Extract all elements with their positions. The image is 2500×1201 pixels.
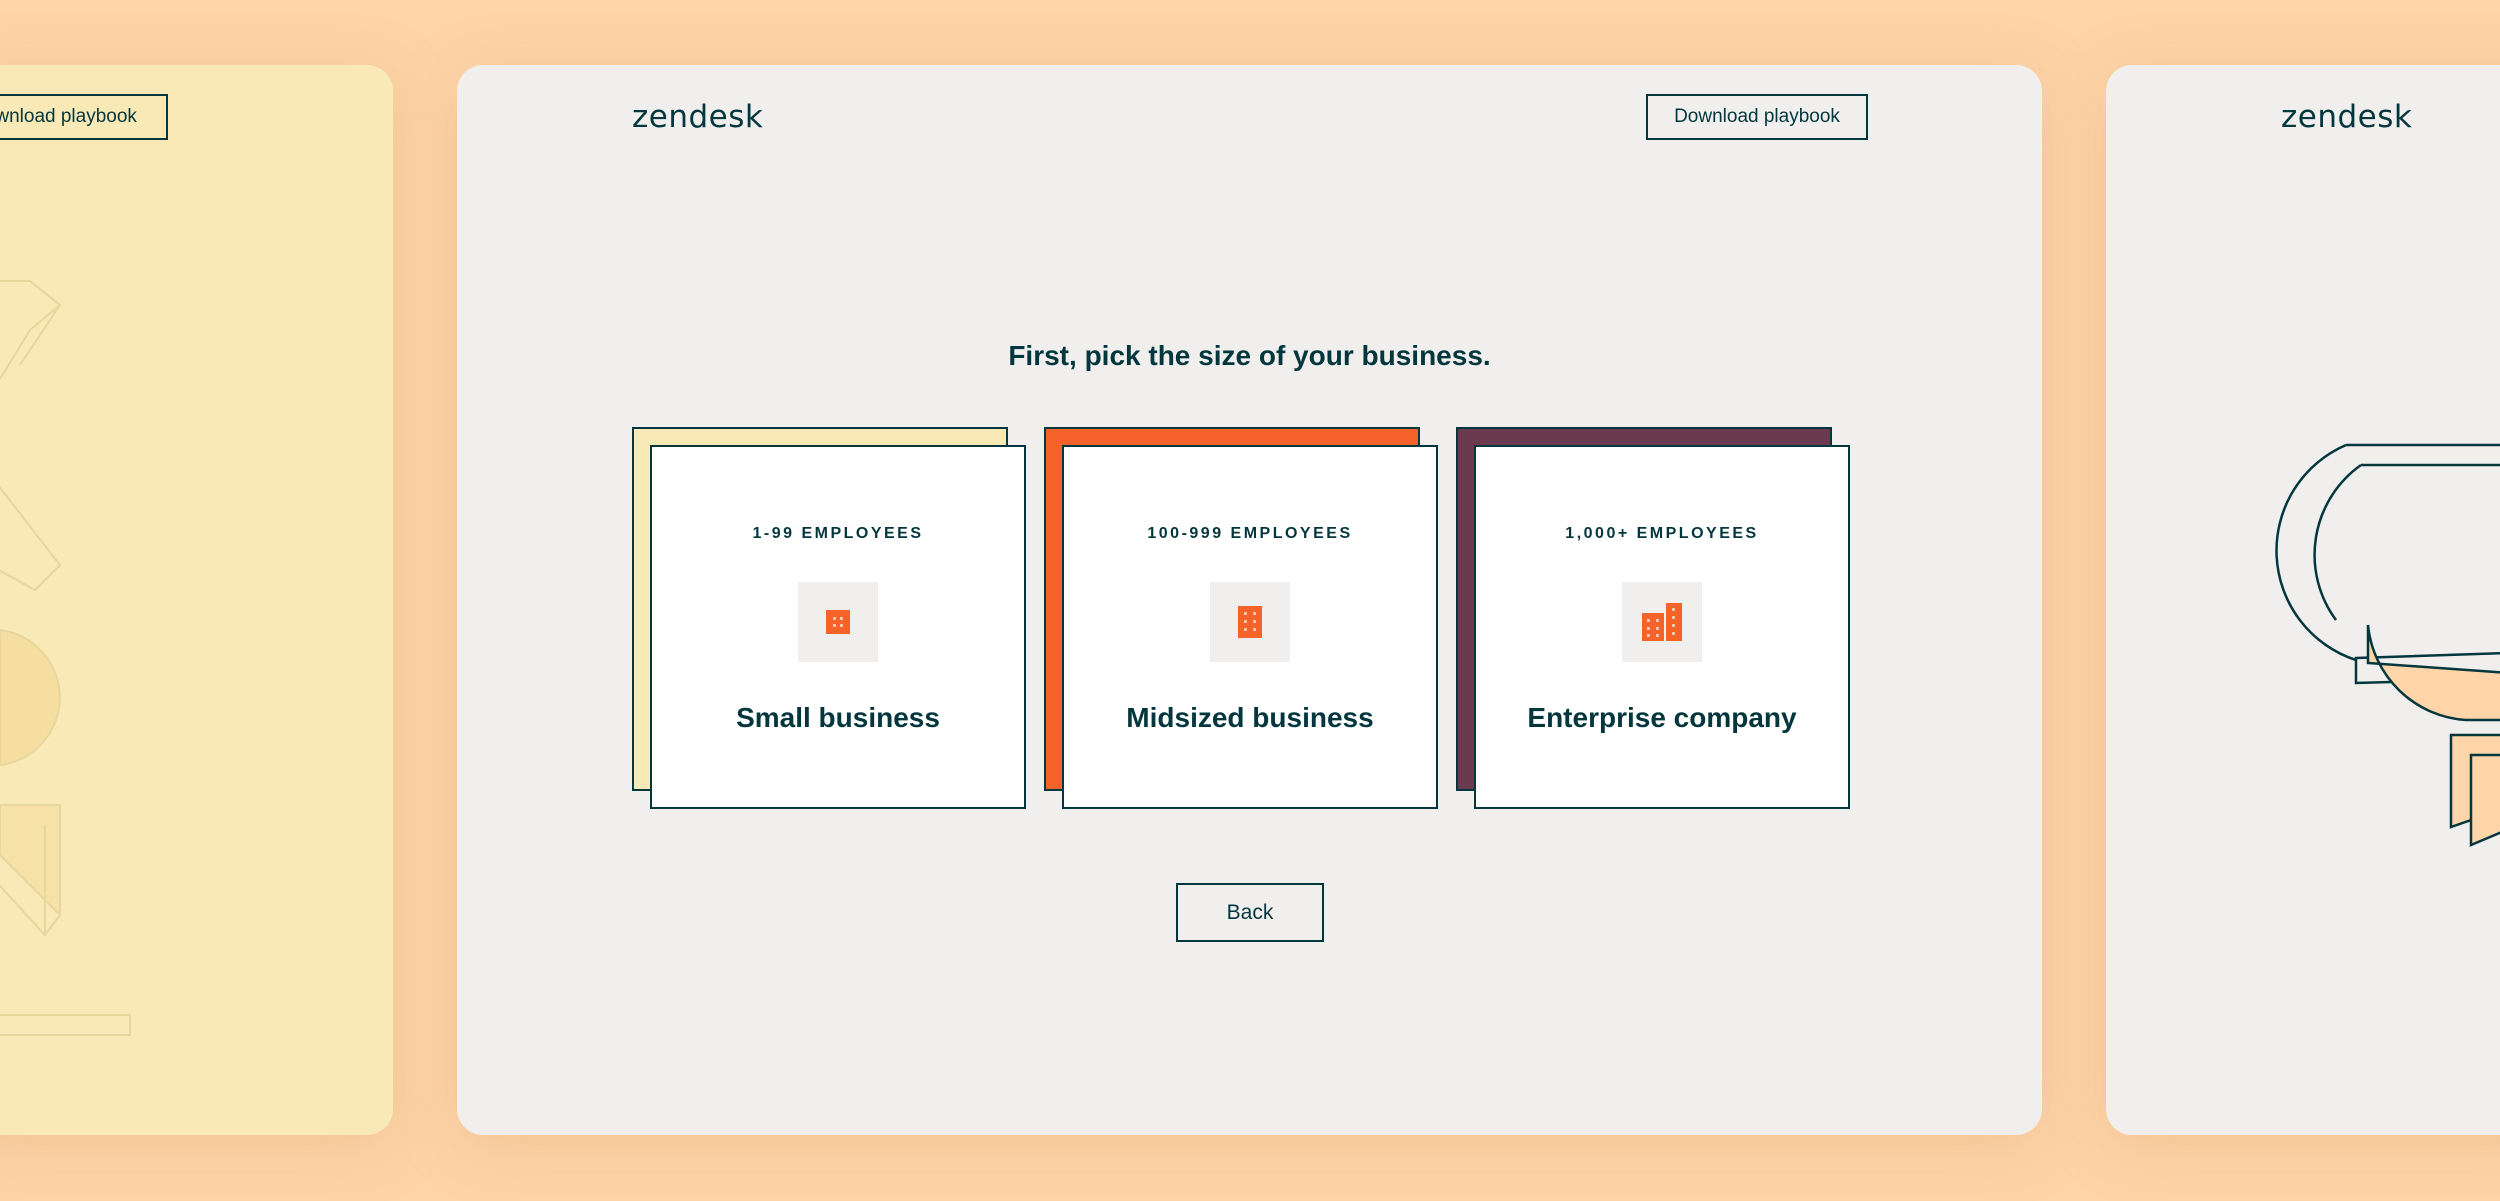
business-size-panel: zendesk Download playbook First, pick th… (457, 65, 2042, 1135)
back-button[interactable]: Back (1176, 883, 1324, 942)
enterprise-company-option[interactable]: 1,000+ EMPLOYEES Enterprise company (1456, 427, 1850, 811)
enterprise-buildings-icon (1622, 582, 1702, 662)
employee-range-label: 100-999 EMPLOYEES (1147, 525, 1353, 542)
card-title: Enterprise company (1527, 702, 1797, 733)
card-title: Midsized business (1126, 702, 1374, 733)
decorative-shapes (0, 280, 131, 1036)
small-business-option[interactable]: 1-99 EMPLOYEES Small business (632, 427, 1026, 811)
page-heading: First, pick the size of your business. (1008, 340, 1491, 371)
card-title: Small business (736, 702, 940, 733)
midsized-business-card[interactable]: 100-999 EMPLOYEES Midsized business (1062, 445, 1438, 809)
enterprise-company-card[interactable]: 1,000+ EMPLOYEES Enterprise company (1474, 445, 1850, 809)
mid-building-icon (1210, 582, 1290, 662)
next-panel: zendesk (2106, 65, 2500, 1135)
midsized-business-option[interactable]: 100-999 EMPLOYEES Midsized business (1044, 427, 1438, 811)
previous-panel: Download playbook (0, 65, 393, 1135)
small-business-card[interactable]: 1-99 EMPLOYEES Small business (650, 445, 1026, 809)
download-playbook-button[interactable]: Download playbook (1646, 94, 1868, 140)
zendesk-logo[interactable]: zendesk (632, 99, 763, 135)
employee-range-label: 1-99 EMPLOYEES (752, 525, 924, 542)
employee-range-label: 1,000+ EMPLOYEES (1565, 525, 1759, 542)
small-building-icon (798, 582, 878, 662)
decorative-speech-bubbles (2275, 443, 2500, 847)
